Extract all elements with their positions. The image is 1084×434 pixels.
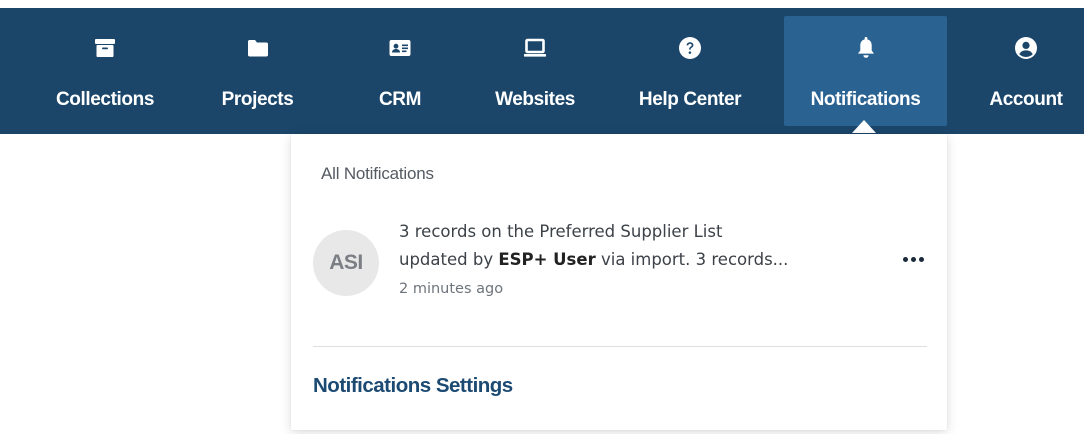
- notification-timestamp: 2 minutes ago: [399, 281, 504, 297]
- nav-account[interactable]: Account: [968, 16, 1084, 126]
- nav-projects-label: Projects: [221, 89, 294, 110]
- user-circle-icon: [1015, 37, 1037, 59]
- nav-notifications[interactable]: Notifications: [784, 16, 947, 126]
- notification-user: ESP+ User: [498, 250, 596, 269]
- archive-box-icon: [95, 39, 115, 57]
- nav-help-center-label: Help Center: [638, 89, 742, 110]
- dropdown-caret: [852, 120, 876, 133]
- notification-line-2: updated by ESP+ User via import. 3 recor…: [399, 246, 889, 274]
- nav-websites-label: Websites: [495, 89, 575, 110]
- contact-card-icon: [389, 40, 411, 56]
- nav-account-label: Account: [989, 89, 1063, 110]
- notification-line-2-after: via import. 3 records...: [595, 250, 789, 269]
- notification-line-2-before: updated by: [399, 250, 499, 269]
- more-options-icon[interactable]: [899, 249, 927, 269]
- nav-help-center[interactable]: Help Center: [615, 16, 765, 126]
- notifications-settings-link[interactable]: Notifications Settings: [313, 374, 513, 398]
- notification-message: 3 records on the Preferred Supplier List…: [399, 218, 889, 274]
- top-navbar: Collections Projects CRM Websites Help C…: [0, 8, 1084, 134]
- folder-icon: [247, 40, 268, 57]
- nav-websites[interactable]: Websites: [475, 16, 595, 126]
- nav-notifications-label: Notifications: [810, 89, 921, 110]
- notifications-dropdown: All Notifications ASI 3 records on the P…: [291, 134, 947, 430]
- notification-line-1: 3 records on the Preferred Supplier List: [399, 222, 723, 241]
- nav-collections[interactable]: Collections: [30, 16, 180, 126]
- question-circle-icon: [679, 37, 701, 59]
- nav-crm[interactable]: CRM: [345, 16, 455, 126]
- all-notifications-heading: All Notifications: [321, 164, 434, 183]
- more-dot: [910, 256, 916, 262]
- nav-collections-label: Collections: [55, 89, 154, 110]
- avatar: ASI: [313, 230, 379, 296]
- laptop-icon: [524, 38, 546, 57]
- bell-icon: [857, 37, 874, 58]
- more-dot: [918, 256, 924, 262]
- nav-crm-label: CRM: [378, 89, 422, 110]
- nav-projects[interactable]: Projects: [195, 16, 320, 126]
- divider: [313, 346, 927, 347]
- more-dot: [902, 256, 908, 262]
